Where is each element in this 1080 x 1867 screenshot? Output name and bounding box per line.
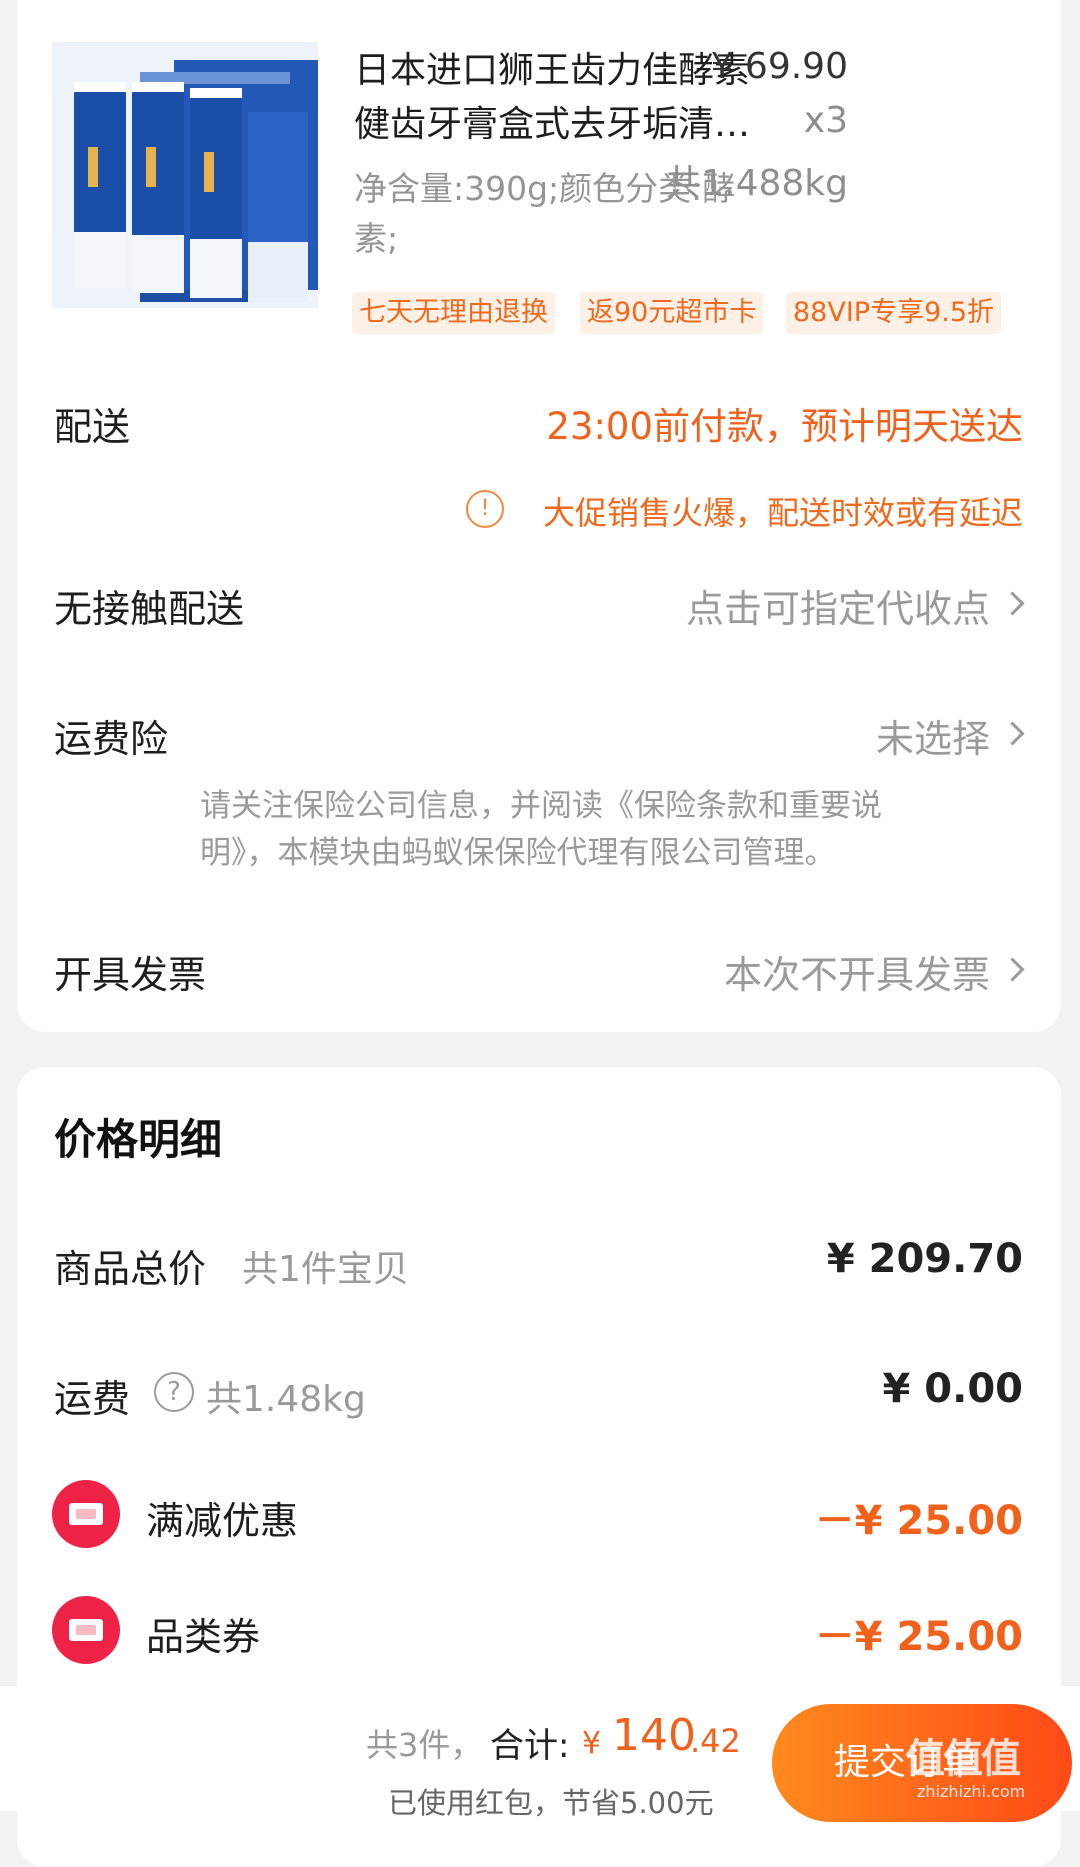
tag-seven-day-return: 七天无理由退换 bbox=[352, 292, 555, 334]
product-price: ¥ 69.90 bbox=[710, 46, 848, 87]
insurance-note-line1[interactable]: 请关注保险公司信息，并阅读《保险条款和重要说 bbox=[200, 780, 882, 825]
tag-supermarket-card: 返90元超市卡 bbox=[580, 292, 764, 334]
category-coupon-value[interactable]: －¥ 25.00 bbox=[815, 1604, 1023, 1662]
total-label: 合计: bbox=[490, 1726, 570, 1766]
shipping-weight: 共1.48kg bbox=[206, 1379, 366, 1420]
full-reduction-label[interactable]: 满减优惠 bbox=[146, 1490, 298, 1545]
help-icon[interactable]: ? bbox=[154, 1372, 194, 1412]
price-detail-title: 价格明细 bbox=[54, 1115, 223, 1164]
total-integer: 140 bbox=[612, 1710, 696, 1761]
contactless-label: 无接触配送 bbox=[54, 587, 245, 631]
watermark-logo: 值值值 bbox=[905, 1736, 1021, 1782]
toothpaste-product-image bbox=[52, 42, 318, 308]
category-coupon-label[interactable]: 品类券 bbox=[146, 1606, 260, 1661]
savings-text: 已使用红包，节省5.00元 bbox=[388, 1786, 714, 1820]
goods-total-value: ¥ 209.70 bbox=[826, 1236, 1023, 1282]
product-title-line2[interactable]: 健齿牙膏盒式去牙垢清… bbox=[354, 98, 750, 152]
item-count: 共3件， bbox=[366, 1726, 483, 1764]
shipping-insurance-label: 运费险 bbox=[54, 717, 169, 761]
watermark-url: zhizhizhi.com bbox=[917, 1782, 1026, 1801]
product-quantity: x3 bbox=[803, 100, 848, 141]
delivery-delay-notice: 大促销售火爆，配送时效或有延迟 bbox=[542, 494, 1023, 532]
delivery-eta: 23:00前付款，预计明天送达 bbox=[546, 405, 1023, 448]
insurance-note-line2[interactable]: 明》，本模块由蚂蚁保保险代理有限公司管理。 bbox=[200, 827, 836, 872]
total-currency: ¥ bbox=[582, 1726, 602, 1761]
goods-total-label: 商品总价 bbox=[54, 1247, 207, 1291]
contactless-value[interactable]: 点击可指定代收点 bbox=[686, 578, 990, 633]
product-image[interactable] bbox=[52, 42, 318, 308]
product-title-line1[interactable]: 日本进口狮王齿力佳酵素 bbox=[354, 44, 750, 98]
invoice-value[interactable]: 本次不开具发票 bbox=[724, 944, 990, 999]
coupon-icon bbox=[52, 1596, 120, 1664]
shipping-fee-label: 运费 bbox=[54, 1377, 131, 1421]
warning-icon: ! bbox=[466, 490, 504, 528]
coupon-icon bbox=[52, 1480, 120, 1548]
delivery-label: 配送 bbox=[54, 405, 131, 449]
product-spec-line1: 净含量:390g;颜色分类:酵 bbox=[354, 169, 736, 208]
product-spec-line2: 素; bbox=[354, 219, 399, 258]
total-decimal: .42 bbox=[690, 1722, 741, 1760]
shipping-fee-value: ¥ 0.00 bbox=[882, 1366, 1023, 1412]
invoice-label: 开具发票 bbox=[54, 953, 207, 997]
tag-88vip-discount: 88VIP专享9.5折 bbox=[786, 292, 1002, 334]
goods-total-count: 共1件宝贝 bbox=[242, 1249, 409, 1290]
shipping-insurance-value[interactable]: 未选择 bbox=[876, 708, 990, 763]
full-reduction-value[interactable]: －¥ 25.00 bbox=[815, 1488, 1023, 1546]
